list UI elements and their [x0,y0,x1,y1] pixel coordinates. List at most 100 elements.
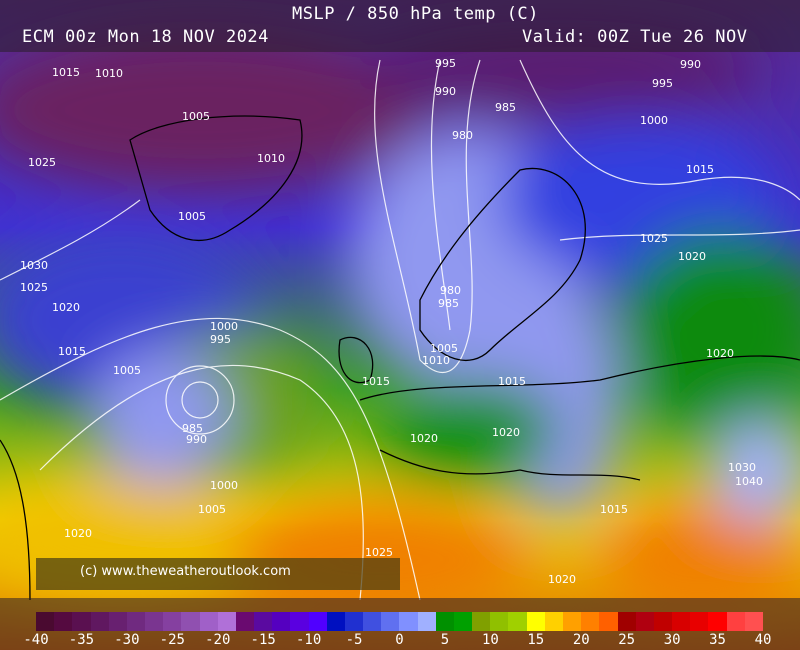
isobar-label: 1010 [422,354,450,367]
colorbar-swatch [254,612,273,631]
colorbar-swatch [36,612,55,631]
colorbar-tick-label: 5 [440,632,450,648]
colorbar-tick-label: -40 [23,632,49,648]
colorbar-tick-label: -15 [250,632,276,648]
isobar-label: 1000 [210,479,238,492]
colorbar-swatch [126,612,146,631]
colorbar-swatch [217,612,236,631]
isobar-label: 985 [495,101,516,114]
map-title: MSLP / 850 hPa temp (C) [292,4,539,24]
colorbar-swatch [526,612,545,631]
colorbar-swatch [235,612,255,631]
isobar-label: 980 [440,284,461,297]
isobar-label: 990 [680,58,701,71]
colorbar-tick-label: -10 [295,632,322,648]
colorbar-swatch [508,612,527,631]
isobar-label: 1040 [735,475,763,488]
isobar-label: 1015 [52,66,80,79]
colorbar-swatch [363,612,382,631]
colorbar-tick-label: 30 [663,632,681,648]
colorbar-swatch [726,612,745,631]
copyright-box: (c) www.theweatheroutlook.com [36,558,400,590]
isobar-label: 1030 [728,461,756,474]
isobar-label: 1000 [640,114,668,127]
colorbar-swatch [690,612,709,631]
colorbar-swatch [599,612,618,631]
colorbar-tick-label: -5 [345,632,363,648]
colorbar-swatch [417,612,436,631]
colorbar-swatch [381,612,400,631]
isobar-label: 1015 [498,375,526,388]
colorbar-swatch [435,612,454,631]
colorbar-swatch [635,612,654,631]
isobar-label: 1015 [686,163,714,176]
weather-map: 1015 1010 995 990 985 980 995 990 1005 1010 1000 10… [0,0,800,650]
colorbar-tick-label: 10 [481,632,499,648]
isobar-label: 1025 [640,232,668,245]
colorbar-swatch [653,612,673,631]
colorbar-swatch [181,612,200,631]
isobar-label: 990 [186,433,207,446]
isobar-label: 1030 [20,259,48,272]
colorbar-tick-label: -35 [68,632,95,648]
colorbar-swatch [581,612,600,631]
temperature-fields [0,20,800,620]
isobar-label: 995 [435,57,456,70]
isobar-label: 1000 [210,320,238,333]
colorbar-swatch [562,612,582,631]
colorbar-tick-label: 25 [618,632,636,648]
isobar-label: 1020 [706,347,734,360]
colorbar-swatch [490,612,509,631]
colorbar-tick-label: -30 [114,632,140,648]
copyright-text: (c) www.theweatheroutlook.com [80,564,291,579]
colorbar-swatch [472,612,491,631]
isobar-label: 1025 [20,281,48,294]
colorbar-swatch [453,612,473,631]
colorbar-tick-label: 40 [754,632,772,648]
temperature-map: 1015 101099599098598099599010051010100010… [0,0,800,650]
isobar-label: 1010 [257,152,285,165]
isobar-label: 1020 [492,426,520,439]
colorbar-swatch [308,612,327,631]
colorbar-swatch [326,612,345,631]
isobar-label: 1005 [198,503,226,516]
colorbar-swatch [708,612,727,631]
temperature-colorbar [36,612,763,631]
isobar-label: 1020 [548,573,576,586]
isobar-label: 1005 [113,364,141,377]
isobar-label: 1020 [678,250,706,263]
colorbar-swatch [617,612,636,631]
colorbar-swatch [54,612,73,631]
isobar-label: 995 [210,333,231,346]
colorbar-swatch [108,612,127,631]
isobar-label: 1020 [410,432,438,445]
isobar-label: 1020 [64,527,92,540]
colorbar-tick-label: -25 [159,632,185,648]
colorbar-tick-label: 15 [527,632,545,648]
isobar-label: 1005 [178,210,206,223]
colorbar-swatch [145,612,164,631]
colorbar-swatch [199,612,218,631]
colorbar-swatch [744,612,763,631]
isobar-label: 995 [652,77,673,90]
colorbar-swatch [344,612,364,631]
colorbar-tick-label: 35 [709,632,726,648]
isobar-label: 1025 [28,156,56,169]
colorbar-swatch [544,612,563,631]
colorbar-swatch [672,612,691,631]
colorbar-swatch [399,612,418,631]
isobar-label: 1005 [182,110,210,123]
colorbar-tick-label: 0 [395,632,404,648]
isobar-label: 980 [452,129,473,142]
isobar-label: 1020 [52,301,80,314]
colorbar-swatch [163,612,182,631]
colorbar-tick-label: -20 [205,632,231,648]
colorbar-swatch [90,612,109,631]
colorbar-swatch [290,612,309,631]
colorbar-tick-label: 20 [572,632,590,648]
model-run: ECM 00z Mon 18 NOV 2024 [22,27,269,47]
isobar-label: 990 [435,85,456,98]
valid-time: Valid: 00Z Tue 26 NOV [522,27,748,47]
colorbar-swatch [72,612,91,631]
isobar-label: 1015 [58,345,86,358]
